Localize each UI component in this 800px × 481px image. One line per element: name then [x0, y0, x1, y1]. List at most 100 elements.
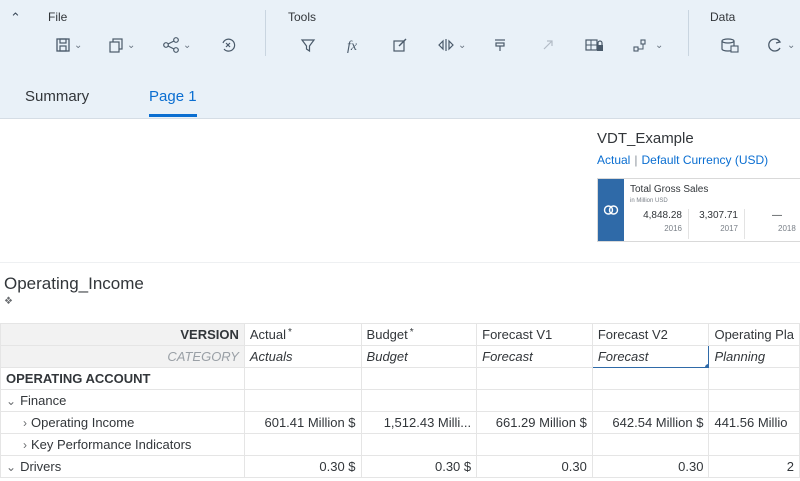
category-cell[interactable]: Actuals	[243, 345, 362, 368]
row-finance[interactable]: ⌄ Finance	[0, 389, 245, 412]
category-cell[interactable]: Budget	[360, 345, 478, 368]
category-cell[interactable]: Planning	[708, 345, 800, 368]
row-label: Operating Income	[31, 415, 135, 430]
currency-link[interactable]: Default Currency (USD)	[641, 153, 768, 167]
chevron-down-icon: ⌄	[183, 39, 192, 51]
linked-circles-icon	[603, 205, 619, 215]
tab-page-1[interactable]: Page 1	[149, 88, 197, 105]
category-cell[interactable]: Forecast	[476, 345, 593, 368]
copy-button[interactable]: ⌄	[108, 34, 135, 56]
chart-title: VDT_Example	[597, 130, 694, 147]
asterisk-icon: *	[409, 327, 414, 338]
kpi-value: 3,307.71	[699, 210, 738, 221]
empty-cell[interactable]	[243, 367, 362, 390]
empty-cell[interactable]	[591, 367, 710, 390]
table-title: Operating_Income	[4, 274, 144, 293]
data-group-label: Data	[710, 10, 736, 24]
asterisk-icon: *	[288, 327, 292, 338]
empty-cell[interactable]	[360, 367, 478, 390]
row-key-performance-indicators[interactable]: › Key Performance Indicators	[0, 433, 245, 456]
chevron-right-icon[interactable]: ›	[23, 438, 27, 452]
empty-cell[interactable]	[708, 367, 800, 390]
value-cell[interactable]: 0.30 $	[360, 455, 478, 478]
chevron-down-icon[interactable]: ⌄	[6, 394, 16, 408]
refresh-button[interactable]: ⌄	[766, 34, 795, 56]
selection-handle[interactable]	[705, 364, 708, 367]
column-header[interactable]: Budget *	[360, 323, 478, 346]
empty-cell[interactable]	[476, 367, 593, 390]
column-header[interactable]: Forecast V1	[476, 323, 593, 346]
linked-analysis-button[interactable]: ⌄	[632, 34, 663, 56]
table-row: ⌄ Finance	[0, 389, 800, 412]
data-table: VERSION Actual * Budget * Forecast V1 Fore…	[0, 323, 800, 478]
value-cell[interactable]: 1,512.43 Milli...	[360, 411, 478, 434]
empty-cell[interactable]	[360, 389, 478, 412]
kpi-title: Total Gross Sales	[630, 184, 709, 195]
kpi-unit: in Million USD	[630, 198, 668, 204]
column-header[interactable]: Forecast V2	[591, 323, 710, 346]
row-label: Finance	[20, 393, 67, 408]
kpi-value-2017: 3,307.71 2017	[684, 210, 738, 233]
chevron-right-icon[interactable]: ›	[23, 416, 27, 430]
table-row: ⌄ Drivers 0.30 $ 0.30 $ 0.30 0.30 2	[0, 455, 800, 478]
navigate-button[interactable]: ⌄	[437, 34, 466, 56]
filter-button[interactable]	[300, 34, 316, 56]
empty-cell[interactable]	[591, 433, 710, 456]
lock-cells-button[interactable]	[585, 34, 605, 56]
expand-button[interactable]	[540, 34, 556, 56]
empty-cell[interactable]	[708, 389, 800, 412]
formula-button[interactable]: fx	[346, 34, 364, 56]
file-group-label: File	[48, 10, 68, 24]
empty-cell[interactable]	[243, 433, 362, 456]
save-button[interactable]: ⌄	[55, 34, 82, 56]
svg-text:fx: fx	[347, 39, 358, 53]
value-cell[interactable]: 0.30	[591, 455, 710, 478]
kpi-value-2018: — 2018	[758, 210, 800, 233]
value-cell[interactable]: 661.29 Million $	[476, 411, 593, 434]
lock-cells-icon	[585, 39, 603, 51]
chevron-down-icon: ⌄	[74, 39, 83, 51]
row-label: Drivers	[20, 459, 62, 474]
empty-cell[interactable]	[360, 433, 478, 456]
data-source-button[interactable]	[720, 34, 740, 56]
empty-cell[interactable]	[591, 389, 710, 412]
collapse-toolbar-icon[interactable]: ⌃	[10, 10, 21, 26]
table-row: OPERATING ACCOUNT	[0, 367, 800, 390]
value-cell[interactable]: 642.54 Million $	[591, 411, 710, 434]
empty-cell[interactable]	[708, 433, 800, 456]
kpi-tile[interactable]: Total Gross Sales in Million USD 4,848.2…	[597, 178, 800, 242]
empty-cell[interactable]	[243, 389, 362, 412]
toolbar-separator	[688, 10, 689, 56]
value-cell[interactable]: 441.56 Millio	[708, 411, 800, 434]
value-cell[interactable]: 2	[708, 455, 800, 478]
active-tab-indicator	[149, 114, 197, 117]
kpi-year: 2017	[720, 224, 738, 233]
kpi-strip	[598, 179, 624, 241]
share-button[interactable]: ⌄	[162, 34, 191, 56]
tab-summary[interactable]: Summary	[25, 88, 89, 105]
column-header[interactable]: Actual *	[243, 323, 362, 346]
value-cell[interactable]: 0.30 $	[243, 455, 362, 478]
category-dimension-label: CATEGORY	[0, 345, 245, 368]
kpi-value: —	[772, 210, 782, 221]
row-operating-income[interactable]: › Operating Income	[0, 411, 245, 434]
table-row: › Key Performance Indicators	[0, 433, 800, 456]
revert-button[interactable]	[220, 34, 236, 56]
chevron-down-icon[interactable]: ⌄	[6, 460, 16, 474]
kpi-divider	[744, 209, 745, 239]
column-header-label: Budget	[366, 327, 408, 342]
chevron-down-icon: ⌄	[458, 39, 467, 51]
edit-button[interactable]	[392, 34, 408, 56]
value-cell[interactable]: 0.30	[476, 455, 593, 478]
revert-icon	[222, 38, 236, 52]
category-cell-selected[interactable]: Forecast	[591, 345, 710, 368]
value-cell[interactable]: 601.41 Million $	[243, 411, 362, 434]
kpi-value-2016: 4,848.28 2016	[628, 210, 682, 233]
empty-cell[interactable]	[476, 433, 593, 456]
row-drivers[interactable]: ⌄ Drivers	[0, 455, 245, 478]
edit-icon	[393, 38, 407, 52]
sort-button[interactable]	[492, 34, 508, 56]
column-header[interactable]: Operating Pla	[708, 323, 800, 346]
empty-cell[interactable]	[476, 389, 593, 412]
version-link[interactable]: Actual	[597, 153, 630, 167]
